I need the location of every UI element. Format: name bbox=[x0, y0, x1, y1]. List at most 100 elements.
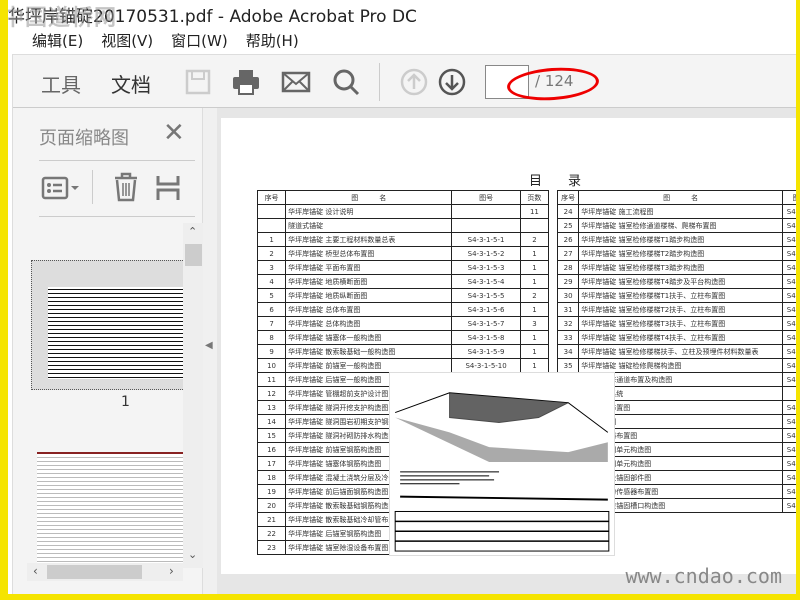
table-cell: 华坪岸锚碇 桥型总体布置图 bbox=[285, 246, 453, 261]
table-cell: S4-3-1- bbox=[782, 484, 796, 499]
table-cell: 华坪岸锚碇 锚室检修楼梯T2踏步构造图 bbox=[578, 246, 783, 261]
next-page-icon[interactable] bbox=[437, 67, 467, 97]
toolbar-divider bbox=[379, 63, 380, 101]
menu-edit[interactable]: 编辑(E) bbox=[32, 30, 83, 51]
table-cell: 2 bbox=[519, 288, 550, 303]
table-cell: 35 bbox=[556, 358, 580, 373]
menu-help[interactable]: 帮助(H) bbox=[246, 30, 299, 51]
divider bbox=[39, 216, 195, 217]
collapse-panel-button[interactable]: ◀ bbox=[203, 108, 217, 594]
divider bbox=[92, 170, 93, 204]
table-cell: S4-3-1- bbox=[782, 400, 796, 415]
table-cell bbox=[256, 218, 287, 233]
table-cell: 华坪岸锚碇 平面布置图 bbox=[285, 260, 453, 275]
mail-icon[interactable] bbox=[281, 67, 311, 97]
table-cell: 2 bbox=[519, 232, 550, 247]
table-cell: 28 bbox=[556, 260, 580, 275]
table-cell: S4-3-1- bbox=[782, 456, 796, 471]
table-cell: 5 bbox=[256, 288, 287, 303]
menu-view[interactable]: 视图(V) bbox=[101, 30, 153, 51]
table-cell: 2 bbox=[256, 246, 287, 261]
panel-title: 页面缩略图 bbox=[39, 128, 129, 149]
table-row: 31华坪岸锚碇 锚室检修楼梯T2扶手、立柱布置图S4-3-1- bbox=[556, 302, 796, 317]
table-row: 30华坪岸锚碇 锚室检修楼梯T1扶手、立柱布置图S4-3-1- bbox=[556, 288, 796, 303]
table-cell: 华坪岸锚碇 锚室检修楼梯T4踏步及平台构造图 bbox=[578, 274, 783, 289]
table-row: 33华坪岸锚碇 锚室检修楼梯T4扶手、立柱布置图S4-3-1- bbox=[556, 330, 796, 345]
thumbnail-horizontal-scrollbar[interactable]: ‹ › bbox=[27, 563, 183, 581]
table-cell: 12 bbox=[256, 386, 287, 401]
page-thumbnails-panel: 页面缩略图 ✕ 1 ⌃ ⌄ ‹ › bbox=[13, 108, 203, 594]
site-watermark: www.cndao.com bbox=[625, 564, 782, 588]
table-cell: 1 bbox=[519, 330, 550, 345]
menu-window[interactable]: 窗口(W) bbox=[171, 30, 228, 51]
thumbnail-page-1[interactable] bbox=[31, 260, 191, 390]
toc-title: 目 录 bbox=[529, 174, 582, 189]
trash-icon[interactable] bbox=[113, 172, 139, 202]
table-cell: 34 bbox=[556, 344, 580, 359]
header-cell: 图 名 bbox=[285, 190, 453, 205]
table-row: 10 华坪岸锚碇 前锚室一般构造图 S4-3-1-5-10 1 bbox=[256, 358, 550, 373]
table-cell: 华坪岸锚碇 锚塞体一般构造图 bbox=[285, 330, 453, 345]
table-cell: 华坪岸锚碇 锚碇检修爬梯构造图 bbox=[578, 358, 783, 373]
tab-tools[interactable]: 工具 bbox=[41, 69, 81, 98]
table-cell: 6 bbox=[256, 302, 287, 317]
table-cell: S4-3-1- bbox=[782, 246, 796, 261]
table-cell: S4-3-1- bbox=[782, 316, 796, 331]
table-cell bbox=[519, 218, 550, 233]
table-cell: 19 bbox=[256, 484, 287, 499]
table-cell: S4-3-1-5-10 bbox=[451, 358, 521, 373]
table-cell: S4-3-1- bbox=[782, 330, 796, 345]
table-cell: 26 bbox=[556, 232, 580, 247]
table-cell: 华坪岸锚碇 施工流程图 bbox=[578, 204, 783, 219]
table-cell: S4-3-1- bbox=[782, 358, 796, 373]
menu-bar: 编辑(E) 视图(V) 窗口(W) 帮助(H) bbox=[8, 26, 796, 54]
table-cell: 11 bbox=[519, 204, 550, 219]
table-cell: 23 bbox=[256, 540, 287, 555]
scroll-thumb[interactable] bbox=[47, 565, 142, 579]
table-cell: 华坪岸锚碇 锚室检修楼梯T3扶手、立柱布置图 bbox=[578, 316, 783, 331]
extract-page-icon[interactable] bbox=[156, 174, 180, 202]
thumbnail-options-icon[interactable] bbox=[41, 176, 81, 200]
table-cell: 13 bbox=[256, 400, 287, 415]
table-row: 28华坪岸锚碇 锚室检修楼梯T3踏步构造图S4-3-1- bbox=[556, 260, 796, 275]
table-row: 35华坪岸锚碇 锚碇检修爬梯构造图S4-3-1- bbox=[556, 358, 796, 373]
table-cell: 17 bbox=[256, 456, 287, 471]
table-cell: S4-3-1-5-9 bbox=[451, 344, 521, 359]
save-icon[interactable] bbox=[183, 67, 213, 97]
table-cell: 1 bbox=[256, 232, 287, 247]
table-cell: 1 bbox=[519, 274, 550, 289]
table-cell bbox=[451, 218, 521, 233]
table-header-row: 序号图 名图号 bbox=[556, 190, 796, 205]
table-cell: 7 bbox=[256, 316, 287, 331]
table-cell: 31 bbox=[556, 302, 580, 317]
table-cell: S4-3-1-5-8 bbox=[451, 330, 521, 345]
thumbnail-vertical-scrollbar[interactable]: ⌃ ⌄ bbox=[183, 223, 203, 568]
table-row: 9 华坪岸锚碇 散索鞍基础一般构造图 S4-3-1-5-9 1 bbox=[256, 344, 550, 359]
print-icon[interactable] bbox=[231, 67, 261, 97]
table-cell: 华坪岸锚碇 锚室检修通道楼梯、爬梯布置图 bbox=[578, 218, 783, 233]
table-cell: 22 bbox=[256, 526, 287, 541]
table-cell: 25 bbox=[556, 218, 580, 233]
close-icon[interactable]: ✕ bbox=[163, 118, 185, 148]
table-cell: 华坪岸锚碇 锚室检修楼梯T1踏步构造图 bbox=[578, 232, 783, 247]
table-cell: S4-3-1-5-4 bbox=[451, 274, 521, 289]
tab-document[interactable]: 文档 bbox=[111, 69, 151, 112]
table-row: 24华坪岸锚碇 施工流程图S4-3-1- bbox=[556, 204, 796, 219]
table-cell: S4-3-1- bbox=[782, 414, 796, 429]
table-row: 29华坪岸锚碇 锚室检修楼梯T4踏步及平台构造图S4-3-1- bbox=[556, 274, 796, 289]
table-cell: 华坪岸锚碇 锚室检修楼梯T1扶手、立柱布置图 bbox=[578, 288, 783, 303]
table-cell: 华坪岸锚碇 锚室检修楼梯T2扶手、立柱布置图 bbox=[578, 302, 783, 317]
scroll-thumb[interactable] bbox=[185, 244, 202, 266]
table-row: 7 华坪岸锚碇 总体构造图 S4-3-1-5-7 3 bbox=[256, 316, 550, 331]
document-view[interactable]: 目 录 序号图 名图号 页数 华坪岸锚碇 设计说明 11 隧道式锚碇 1 华坪岸锚碇 主要工… bbox=[217, 108, 796, 594]
table-cell: S4-3-1-5-3 bbox=[451, 260, 521, 275]
acrobat-window: 华坪岸锚碇20170531.pdf - Adobe Acrobat Pro DC… bbox=[8, 0, 796, 594]
table-row: 1 华坪岸锚碇 主要工程材料数量总表 S4-3-1-5-1 2 bbox=[256, 232, 550, 247]
table-row: 26华坪岸锚碇 锚室检修楼梯T1踏步构造图S4-3-1- bbox=[556, 232, 796, 247]
search-icon[interactable] bbox=[331, 67, 361, 97]
thumbnail-page-2[interactable] bbox=[37, 452, 191, 566]
prev-page-icon[interactable] bbox=[399, 67, 429, 97]
table-cell: 华坪岸锚碇 散索鞍基础一般构造图 bbox=[285, 344, 453, 359]
table-row: 隧道式锚碇 bbox=[256, 218, 550, 233]
table-cell: 华坪岸锚碇 锚室检修楼梯T3踏步构造图 bbox=[578, 260, 783, 275]
